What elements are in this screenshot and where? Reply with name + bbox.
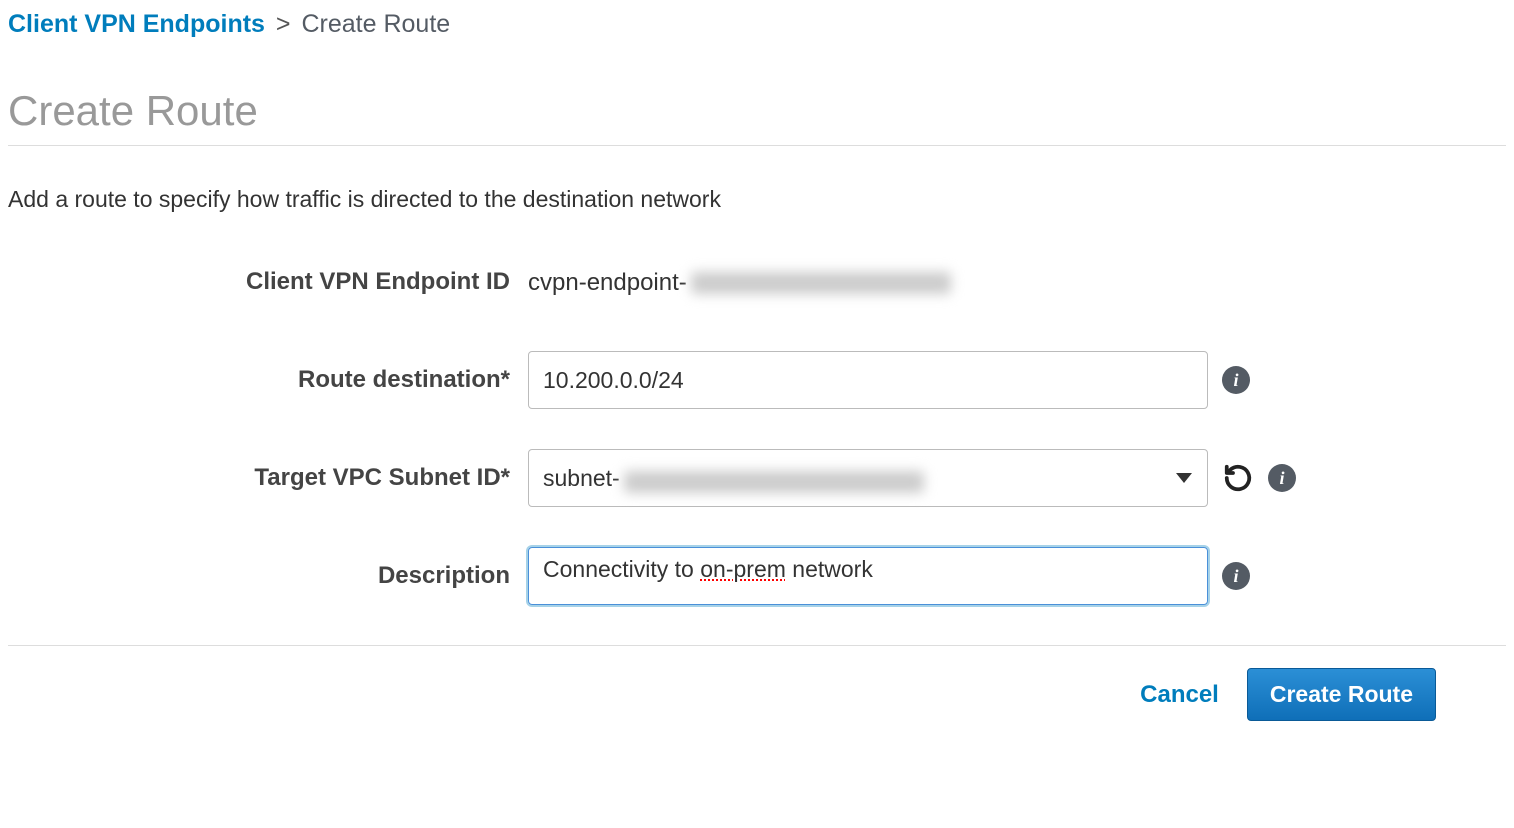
endpoint-id-redacted	[691, 272, 951, 294]
breadcrumb: Client VPN Endpoints > Create Route	[8, 4, 1506, 49]
info-icon[interactable]: i	[1222, 562, 1250, 590]
route-destination-label: Route destination*	[8, 366, 528, 394]
route-destination-input[interactable]	[528, 351, 1208, 409]
endpoint-id-row: Client VPN Endpoint ID cvpn-endpoint-	[8, 253, 1506, 311]
refresh-icon[interactable]	[1222, 462, 1254, 494]
info-icon[interactable]: i	[1268, 464, 1296, 492]
breadcrumb-separator: >	[276, 10, 291, 38]
description-input[interactable]: Connectivity to on-prem network	[528, 547, 1208, 605]
target-subnet-row: Target VPC Subnet ID* subnet- i	[8, 449, 1506, 507]
endpoint-id-value: cvpn-endpoint-	[528, 268, 951, 297]
cancel-button[interactable]: Cancel	[1140, 681, 1219, 709]
target-subnet-select[interactable]: subnet-	[528, 449, 1208, 507]
target-subnet-redacted	[624, 471, 924, 493]
breadcrumb-current: Create Route	[301, 10, 450, 38]
description-row: Description Connectivity to on-prem netw…	[8, 547, 1506, 605]
target-subnet-value-prefix: subnet-	[543, 465, 620, 492]
breadcrumb-parent-link[interactable]: Client VPN Endpoints	[8, 10, 265, 38]
info-icon[interactable]: i	[1222, 366, 1250, 394]
page-description: Add a route to specify how traffic is di…	[8, 186, 1506, 213]
route-destination-row: Route destination* i	[8, 351, 1506, 409]
page-title: Create Route	[8, 87, 1506, 146]
actions-bar: Cancel Create Route	[8, 645, 1506, 721]
create-route-form: Client VPN Endpoint ID cvpn-endpoint- Ro…	[8, 253, 1506, 605]
create-route-button[interactable]: Create Route	[1247, 668, 1436, 721]
endpoint-id-label: Client VPN Endpoint ID	[8, 268, 528, 296]
target-subnet-label: Target VPC Subnet ID*	[8, 464, 528, 492]
description-label: Description	[8, 562, 528, 590]
